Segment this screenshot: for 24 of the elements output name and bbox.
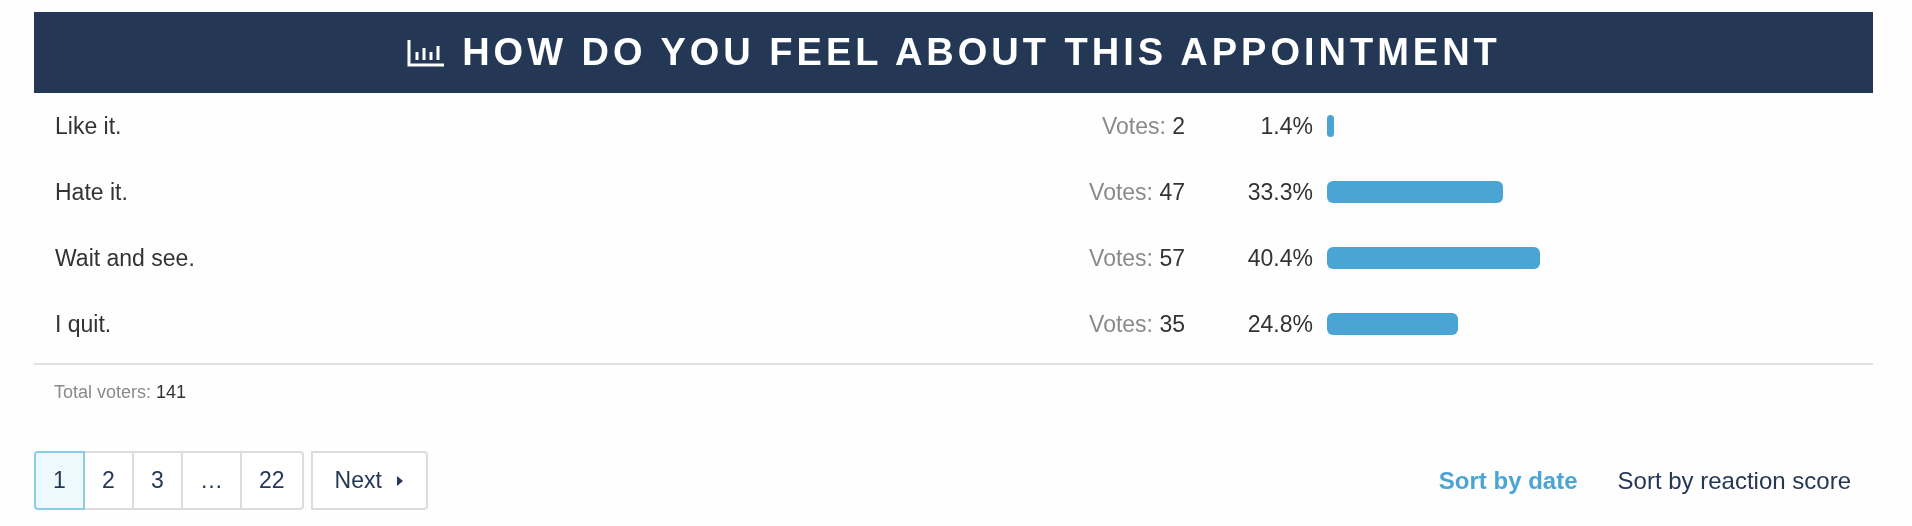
option-label: I quit. — [54, 310, 113, 338]
poll-title: HOW DO YOU FEEL ABOUT THIS APPOINTMENT — [462, 31, 1501, 74]
page-button[interactable]: 2 — [83, 451, 134, 510]
bar-chart-icon — [406, 37, 447, 68]
caret-icon — [395, 474, 404, 487]
page-button[interactable]: 22 — [240, 451, 304, 510]
vote-count: Votes: 2 — [1100, 112, 1185, 140]
vote-percent: 40.4% — [1246, 244, 1313, 272]
vote-count: Votes: 57 — [1088, 244, 1185, 272]
page-button[interactable]: 3 — [132, 451, 183, 510]
page-button[interactable]: 1 — [34, 451, 85, 510]
next-page-button[interactable]: Next — [310, 451, 428, 510]
sort-link[interactable]: Sort by reaction score — [1617, 466, 1851, 495]
page-button[interactable]: … — [181, 451, 242, 510]
vote-percent: 33.3% — [1246, 178, 1313, 206]
result-bar — [1327, 115, 1335, 137]
option-label: Hate it. — [54, 178, 129, 206]
total-voters: Total voters: 141 — [53, 381, 188, 404]
option-label: Like it. — [54, 112, 123, 140]
vote-count: Votes: 35 — [1088, 310, 1185, 338]
option-label: Wait and see. — [54, 244, 196, 272]
vote-percent: 1.4% — [1259, 112, 1313, 140]
vote-count: Votes: 47 — [1088, 178, 1185, 206]
vote-percent: 24.8% — [1246, 310, 1313, 338]
